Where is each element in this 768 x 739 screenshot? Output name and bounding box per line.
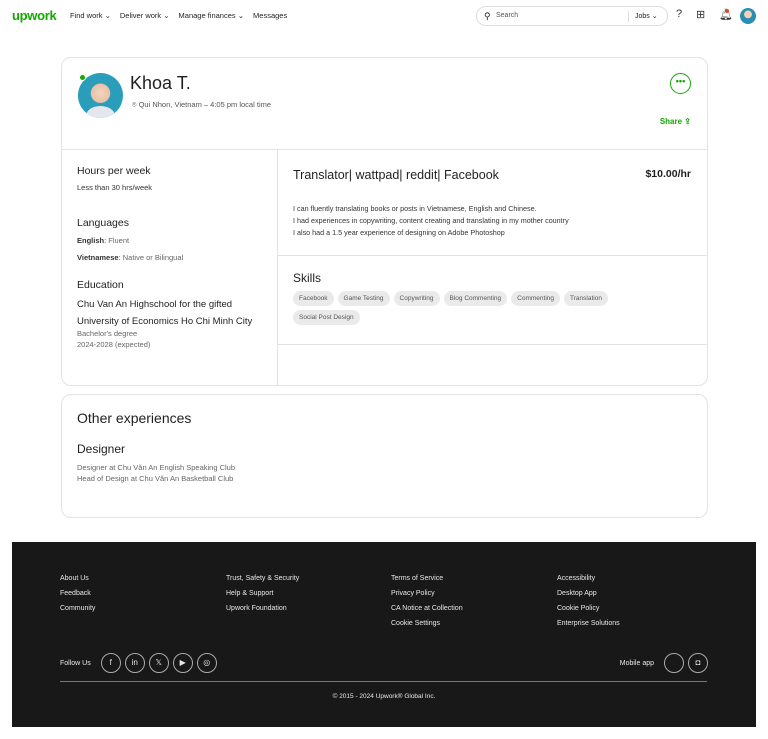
user-avatar[interactable] — [740, 8, 756, 24]
footer-link[interactable]: Cookie Policy — [557, 605, 620, 612]
footer-link[interactable]: Enterprise Solutions — [557, 620, 620, 627]
other-experiences-heading: Other experiences — [77, 410, 192, 426]
experience-details: Designer at Chu Văn An English Speaking … — [77, 463, 236, 483]
youtube-icon[interactable]: ▶ — [172, 653, 193, 673]
skill-chip[interactable]: Translation — [564, 291, 608, 306]
language-name: Vietnamese — [77, 253, 119, 262]
footer-link[interactable]: CA Notice at Collection — [391, 605, 463, 612]
notification-dot — [725, 9, 729, 13]
language-name: English — [77, 236, 105, 245]
footer-link[interactable]: Cookie Settings — [391, 620, 463, 627]
profile-title: Translator| wattpad| reddit| Facebook — [293, 168, 499, 182]
skill-chip[interactable]: Commenting — [511, 291, 561, 306]
skills-list: Facebook Game Testing Copywriting Blog C… — [293, 291, 663, 325]
copyright: © 2015 - 2024 Upwork® Global Inc. — [332, 693, 436, 700]
share-icon: ⇪ — [684, 117, 691, 126]
education-years: 2024-2028 (expected) — [77, 340, 151, 349]
language-level: Fluent — [108, 236, 130, 245]
footer-link[interactable]: Desktop App — [557, 590, 620, 597]
apps-grid-icon[interactable]: ⊞ — [696, 8, 705, 21]
profile-description: I can fluently translating books or post… — [293, 204, 569, 237]
footer-link[interactable]: Terms of Service — [391, 575, 463, 582]
follow-us-label: Follow Us — [60, 659, 91, 667]
footer-link[interactable]: Accessibility — [557, 575, 620, 582]
search-icon: ⚲ — [484, 11, 491, 21]
profile-card: Khoa T. ⌾ Qui Nhon, Vietnam – 4:05 pm lo… — [61, 57, 708, 386]
hourly-rate: $10.00/hr — [645, 168, 691, 180]
education-school: Chu Van An Highschool for the gifted — [77, 299, 233, 310]
share-button[interactable]: Share ⇪ — [660, 117, 691, 126]
profile-name: Khoa T. — [130, 73, 191, 93]
instagram-icon[interactable]: ◎ — [196, 653, 217, 673]
top-nav: upwork Find work ⌄ Deliver work ⌄ Manage… — [0, 0, 768, 32]
skill-chip[interactable]: Facebook — [293, 291, 334, 306]
skill-chip[interactable]: Blog Commenting — [443, 291, 508, 306]
skill-chip[interactable]: Social Post Design — [293, 310, 360, 325]
search-bar[interactable]: ⚲ Search Jobs ⌄ — [476, 6, 668, 26]
education-school: University of Economics Ho Chi Minh City — [77, 316, 253, 327]
search-scope-dropdown[interactable]: Jobs ⌄ — [635, 12, 658, 20]
nav-manage-finances[interactable]: Manage finances ⌄ — [179, 11, 245, 20]
more-options-button[interactable]: ••• — [670, 73, 691, 94]
footer: About Us Feedback Community Trust, Safet… — [12, 542, 756, 727]
education-degree: Bachelor's degree — [77, 329, 138, 338]
skill-chip[interactable]: Copywriting — [393, 291, 440, 306]
nav-messages[interactable]: Messages — [253, 11, 287, 20]
android-icon[interactable]: ◘ — [688, 653, 708, 673]
help-icon[interactable]: ? — [676, 8, 682, 20]
nav-find-work[interactable]: Find work ⌄ — [70, 11, 111, 20]
nav-deliver-work[interactable]: Deliver work ⌄ — [120, 11, 170, 20]
location-pin-icon: ⌾ — [132, 100, 139, 109]
profile-location: Qui Nhon, Vietnam – 4:05 pm local time — [138, 100, 272, 109]
experience-role: Designer — [77, 442, 126, 456]
footer-link[interactable]: About Us — [60, 575, 95, 582]
footer-link[interactable]: Community — [60, 605, 95, 612]
footer-link[interactable]: Privacy Policy — [391, 590, 463, 597]
upwork-logo[interactable]: upwork — [12, 8, 57, 23]
search-input[interactable]: Search — [496, 12, 518, 19]
share-label: Share — [659, 117, 683, 126]
hours-value: Less than 30 hrs/week — [77, 183, 153, 192]
facebook-icon[interactable]: f — [100, 653, 121, 673]
skills-heading: Skills — [293, 271, 322, 285]
other-experiences-card: Other experiences Designer Designer at C… — [61, 394, 708, 518]
skill-chip[interactable]: Game Testing — [337, 291, 390, 306]
x-twitter-icon[interactable]: 𝕏 — [148, 653, 169, 673]
footer-link[interactable]: Feedback — [60, 590, 95, 597]
education-heading: Education — [77, 279, 124, 291]
footer-link[interactable]: Trust, Safety & Security — [226, 575, 299, 582]
language-level: Native or Bilingual — [122, 253, 184, 262]
online-indicator — [79, 74, 86, 81]
apple-icon[interactable] — [664, 653, 684, 673]
footer-link[interactable]: Help & Support — [226, 590, 299, 597]
languages-heading: Languages — [77, 217, 129, 229]
hours-heading: Hours per week — [77, 165, 151, 177]
footer-link[interactable]: Upwork Foundation — [226, 605, 299, 612]
linkedin-icon[interactable]: in — [124, 653, 145, 673]
mobile-app-label: Mobile app — [619, 659, 654, 667]
